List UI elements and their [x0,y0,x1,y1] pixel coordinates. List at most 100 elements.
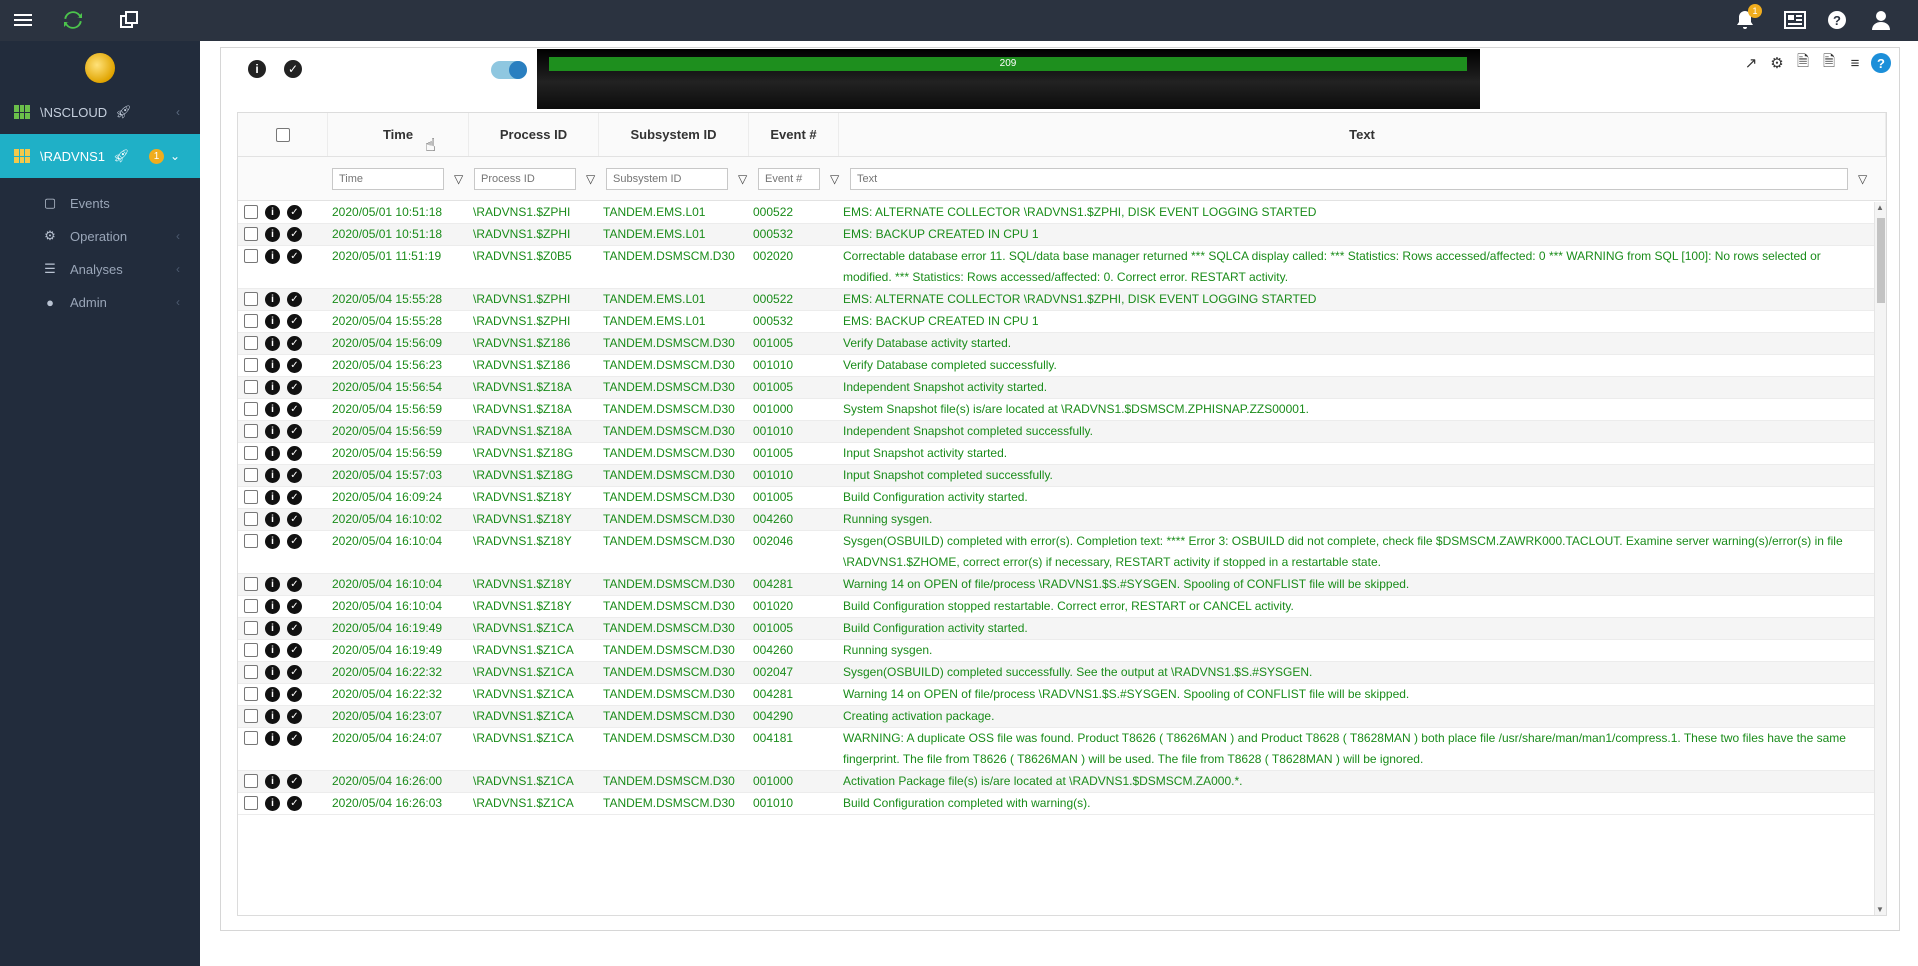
table-row[interactable]: i ✓ 2020/05/04 15:56:59 \RADVNS1.$Z18G TANDE… [238,443,1874,465]
row-checkbox[interactable] [244,424,258,438]
check-circle-icon[interactable]: ✓ [287,796,302,811]
column-header-event[interactable]: Event # [749,113,839,156]
info-icon[interactable]: i [265,731,280,746]
table-row[interactable]: i ✓ 2020/05/04 16:23:07 \RADVNS1.$Z1CA TANDE… [238,706,1874,728]
check-circle-icon[interactable]: ✓ [287,249,302,264]
row-checkbox[interactable] [244,534,258,548]
info-icon[interactable]: i [265,227,280,242]
table-row[interactable]: i ✓ 2020/05/04 16:10:04 \RADVNS1.$Z18Y TANDE… [238,596,1874,618]
info-icon[interactable]: i [265,774,280,789]
excel-export-icon[interactable]: 🗎︎ [1819,53,1839,73]
row-checkbox[interactable] [244,227,258,241]
table-row[interactable]: i ✓ 2020/05/04 16:09:24 \RADVNS1.$Z18Y TANDE… [238,487,1874,509]
check-circle-icon[interactable]: ✓ [287,687,302,702]
info-icon[interactable]: i [265,687,280,702]
table-row[interactable]: i ✓ 2020/05/04 15:55:28 \RADVNS1.$ZPHI TANDE… [238,311,1874,333]
event-filter-input[interactable] [758,167,820,190]
info-icon[interactable]: i [265,205,280,220]
row-checkbox[interactable] [244,446,258,460]
column-header-process-id[interactable]: Process ID [469,113,599,156]
table-row[interactable]: i ✓ 2020/05/04 16:26:03 \RADVNS1.$Z1CA TANDE… [238,793,1874,815]
table-row[interactable]: i ✓ 2020/05/04 16:22:32 \RADVNS1.$Z1CA TANDE… [238,662,1874,684]
info-icon[interactable]: i [248,60,266,78]
row-checkbox[interactable] [244,709,258,723]
check-circle-icon[interactable]: ✓ [287,621,302,636]
check-circle-icon[interactable]: ✓ [287,709,302,724]
row-checkbox[interactable] [244,796,258,810]
check-circle-icon[interactable]: ✓ [287,534,302,549]
check-circle-icon[interactable]: ✓ [287,665,302,680]
table-row[interactable]: i ✓ 2020/05/04 15:56:54 \RADVNS1.$Z18A TANDE… [238,377,1874,399]
table-row[interactable]: i ✓ 2020/05/04 16:10:04 \RADVNS1.$Z18Y TANDE… [238,531,1874,574]
table-row[interactable]: i ✓ 2020/05/04 15:55:28 \RADVNS1.$ZPHI TANDE… [238,289,1874,311]
filter-icon[interactable]: ▽ [454,172,466,186]
info-icon[interactable]: i [265,490,280,505]
table-row[interactable]: i ✓ 2020/05/04 15:56:59 \RADVNS1.$Z18A TANDE… [238,421,1874,443]
check-circle-icon[interactable]: ✓ [287,774,302,789]
check-circle-icon[interactable]: ✓ [287,490,302,505]
row-checkbox[interactable] [244,490,258,504]
table-row[interactable]: i ✓ 2020/05/01 10:51:18 \RADVNS1.$ZPHI TANDE… [238,202,1874,224]
row-checkbox[interactable] [244,577,258,591]
table-row[interactable]: i ✓ 2020/05/04 15:56:59 \RADVNS1.$Z18A TANDE… [238,399,1874,421]
menu-item-operation[interactable]: ⚙ Operation ‹ [0,221,200,251]
row-checkbox[interactable] [244,687,258,701]
column-header-time[interactable]: Time [328,113,469,156]
table-row[interactable]: i ✓ 2020/05/04 15:57:03 \RADVNS1.$Z18G TANDE… [238,465,1874,487]
row-checkbox[interactable] [244,599,258,613]
table-row[interactable]: i ✓ 2020/05/04 16:22:32 \RADVNS1.$Z1CA TANDE… [238,684,1874,706]
info-icon[interactable]: i [265,599,280,614]
menu-item-admin[interactable]: ● Admin ‹ [0,287,200,317]
info-icon[interactable]: i [265,577,280,592]
row-checkbox[interactable] [244,292,258,306]
filter-icon[interactable]: ▽ [738,172,750,186]
info-icon[interactable]: i [265,336,280,351]
column-header-text[interactable]: Text [839,113,1886,156]
subsystem-id-filter-input[interactable] [606,167,728,190]
check-circle-icon[interactable]: ✓ [287,446,302,461]
check-circle-icon[interactable]: ✓ [287,358,302,373]
info-icon[interactable]: i [265,468,280,483]
info-icon[interactable]: i [265,380,280,395]
menu-icon[interactable] [11,8,35,32]
scroll-down-arrow-icon[interactable]: ▼ [1876,905,1884,914]
pdf-export-icon[interactable]: 🗎︎ [1793,53,1813,73]
scrollbar-thumb[interactable] [1877,218,1885,303]
check-circle-icon[interactable]: ✓ [287,577,302,592]
refresh-icon[interactable] [61,8,85,32]
row-checkbox[interactable] [244,205,258,219]
column-header-subsystem-id[interactable]: Subsystem ID [599,113,749,156]
info-icon[interactable]: i [265,665,280,680]
table-row[interactable]: i ✓ 2020/05/01 10:51:18 \RADVNS1.$ZPHI TANDE… [238,224,1874,246]
check-circle-icon[interactable]: ✓ [287,512,302,527]
row-checkbox[interactable] [244,468,258,482]
check-circle-icon[interactable]: ✓ [287,227,302,242]
info-icon[interactable]: i [265,358,280,373]
check-circle-icon[interactable]: ✓ [287,205,302,220]
scroll-up-arrow-icon[interactable]: ▲ [1876,203,1884,212]
user-icon[interactable] [1869,8,1893,32]
table-row[interactable]: i ✓ 2020/05/04 16:26:00 \RADVNS1.$Z1CA TANDE… [238,771,1874,793]
newspaper-icon[interactable] [1783,8,1807,32]
check-circle-icon[interactable]: ✓ [287,292,302,307]
time-filter-input[interactable] [332,167,444,190]
row-checkbox[interactable] [244,380,258,394]
table-row[interactable]: i ✓ 2020/05/04 16:10:02 \RADVNS1.$Z18Y TANDE… [238,509,1874,531]
row-checkbox[interactable] [244,621,258,635]
gear-icon[interactable]: ⚙ [1767,53,1787,73]
menu-item-events[interactable]: ▢ Events [0,188,200,218]
copy-window-icon[interactable] [117,8,141,32]
row-checkbox[interactable] [244,512,258,526]
table-row[interactable]: i ✓ 2020/05/04 15:56:23 \RADVNS1.$Z186 TANDE… [238,355,1874,377]
info-icon[interactable]: i [265,709,280,724]
vertical-scrollbar[interactable]: ▲ ▼ [1874,202,1886,915]
check-circle-icon[interactable]: ✓ [287,599,302,614]
bell-icon[interactable]: 1 [1733,4,1762,32]
check-circle-icon[interactable]: ✓ [287,314,302,329]
node-radvns1[interactable]: \RADVNS1 🚀︎ 1 ⌄ [0,134,200,178]
check-circle-icon[interactable]: ✓ [287,402,302,417]
info-icon[interactable]: i [265,446,280,461]
row-checkbox[interactable] [244,336,258,350]
info-icon[interactable]: i [265,314,280,329]
row-checkbox[interactable] [244,643,258,657]
